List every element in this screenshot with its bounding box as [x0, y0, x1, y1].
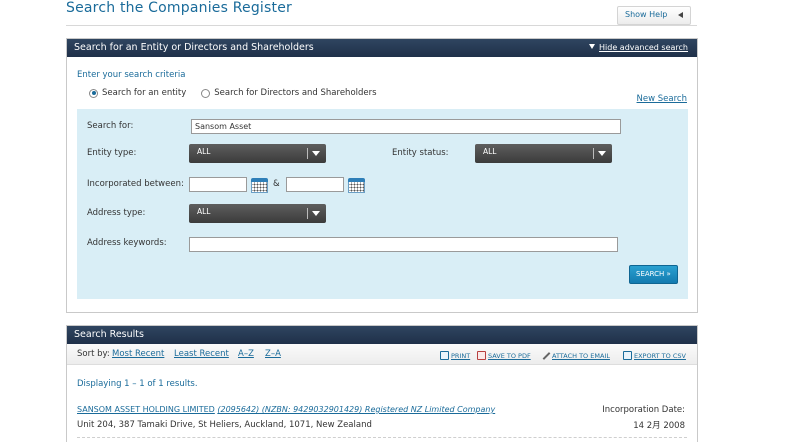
sort-z-a[interactable]: Z–A — [265, 349, 281, 359]
entity-type-value: ALL — [197, 147, 211, 156]
address-keywords-label: Address keywords: — [87, 238, 167, 248]
sort-toolbar: Sort by: Most Recent Least Recent A–Z Z–… — [67, 344, 697, 365]
export-to-csv-label: EXPORT TO CSV — [634, 351, 686, 360]
triangle-left-icon — [678, 12, 683, 18]
entity-status-value: ALL — [483, 147, 497, 156]
print-link[interactable]: PRINT — [440, 351, 470, 360]
select-divider — [593, 148, 594, 159]
address-type-select[interactable]: ALL — [189, 204, 326, 223]
sort-most-recent[interactable]: Most Recent — [112, 349, 164, 359]
search-panel-title: Search for an Entity or Directors and Sh… — [74, 42, 314, 53]
hide-advanced-search-link[interactable]: Hide advanced search — [589, 43, 688, 52]
results-count: Displaying 1 – 1 of 1 results. — [77, 379, 198, 389]
new-search-link[interactable]: New Search — [637, 94, 687, 104]
pdf-icon — [477, 351, 486, 360]
sort-label: Sort by: — [77, 349, 110, 359]
radio-directors-label[interactable]: Search for Directors and Shareholders — [214, 88, 376, 98]
incorporation-date-value: 14 2月 2008 — [633, 421, 685, 431]
date-range-separator: & — [273, 179, 280, 189]
incorporation-date-label: Incorporation Date: — [602, 405, 685, 415]
spreadsheet-icon — [623, 351, 632, 360]
chevron-down-icon — [312, 211, 320, 216]
address-keywords-input[interactable] — [189, 237, 618, 252]
search-for-input[interactable] — [191, 119, 621, 134]
search-panel-header: Search for an Entity or Directors and Sh… — [67, 39, 697, 57]
result-company-details[interactable]: (2095642) (NZBN: 9429032901429) Register… — [217, 405, 495, 414]
calendar-icon[interactable] — [251, 178, 268, 193]
select-divider — [307, 148, 308, 159]
address-type-value: ALL — [197, 207, 211, 216]
result-company-name[interactable]: SANSOM ASSET HOLDING LIMITED — [77, 405, 215, 414]
triangle-down-icon — [589, 44, 596, 49]
result-address: Unit 204, 387 Tamaki Drive, St Heliers, … — [77, 420, 372, 430]
incorporated-from-input[interactable] — [189, 177, 247, 192]
calendar-icon[interactable] — [348, 178, 365, 193]
result-divider — [77, 437, 687, 438]
show-help-label: Show Help — [625, 10, 668, 19]
select-divider — [307, 208, 308, 219]
paperclip-icon — [541, 351, 550, 360]
advanced-search-form: Search for: Entity type: ALL Entity stat… — [77, 109, 688, 299]
search-button[interactable]: SEARCH » — [629, 265, 678, 284]
results-panel: Search Results Sort by: Most Recent Leas… — [66, 325, 698, 442]
print-label: PRINT — [451, 351, 471, 360]
save-to-pdf-link[interactable]: SAVE TO PDF — [477, 351, 531, 360]
chevron-down-icon — [312, 151, 320, 156]
attach-to-email-link[interactable]: ATTACH TO EMAIL — [541, 351, 610, 360]
search-type-radio-group: Search for an entity Search for Director… — [89, 88, 377, 98]
result-title-link[interactable]: SANSOM ASSET HOLDING LIMITED (2095642) (… — [77, 405, 495, 414]
search-panel: Search for an Entity or Directors and Sh… — [66, 38, 698, 313]
page-title: Search the Companies Register — [66, 0, 292, 16]
criteria-label: Enter your search criteria — [77, 70, 186, 80]
radio-entity[interactable] — [89, 88, 98, 98]
incorporated-to-input[interactable] — [286, 177, 344, 192]
title-divider — [66, 25, 697, 26]
radio-entity-label[interactable]: Search for an entity — [102, 88, 186, 98]
save-to-pdf-label: SAVE TO PDF — [488, 351, 531, 360]
chevron-down-icon — [598, 151, 606, 156]
sort-a-z[interactable]: A–Z — [238, 349, 254, 359]
printer-icon — [440, 351, 449, 360]
radio-directors[interactable] — [201, 88, 211, 98]
export-to-csv-link[interactable]: EXPORT TO CSV — [623, 351, 686, 360]
search-for-label: Search for: — [87, 121, 134, 131]
attach-to-email-label: ATTACH TO EMAIL — [552, 351, 610, 360]
entity-type-label: Entity type: — [87, 148, 137, 158]
show-help-button[interactable]: Show Help — [617, 6, 691, 25]
entity-status-label: Entity status: — [392, 148, 449, 158]
entity-status-select[interactable]: ALL — [475, 144, 612, 163]
sort-least-recent[interactable]: Least Recent — [174, 349, 229, 359]
hide-advanced-search-label: Hide advanced search — [599, 43, 688, 52]
results-panel-header: Search Results — [67, 326, 697, 344]
address-type-label: Address type: — [87, 208, 146, 218]
entity-type-select[interactable]: ALL — [189, 144, 326, 163]
incorporated-between-label: Incorporated between: — [87, 179, 184, 189]
